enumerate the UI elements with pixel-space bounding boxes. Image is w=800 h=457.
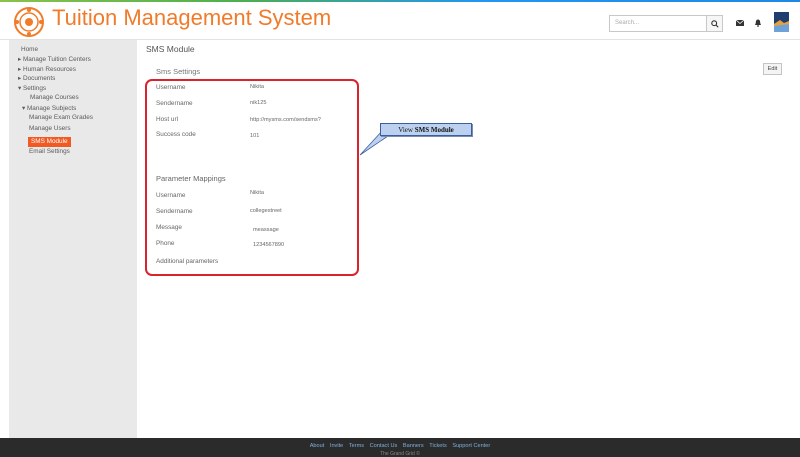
- search-button[interactable]: [706, 15, 723, 32]
- sidebar-item-human-resources[interactable]: ▸ Human Resources: [18, 65, 76, 73]
- footer-link-support-center[interactable]: Support Center: [452, 443, 490, 449]
- user-avatar[interactable]: [774, 12, 789, 32]
- footer-link-contact-us[interactable]: Contact Us: [370, 443, 398, 449]
- footer-link-tickets[interactable]: Tickets: [429, 443, 447, 449]
- sidebar-item-sms-module[interactable]: SMS Module: [28, 137, 71, 147]
- edit-button[interactable]: Edit: [763, 63, 782, 75]
- sidebar-item-documents[interactable]: ▸ Documents: [18, 74, 55, 82]
- header: Tuition Management System Search...: [0, 2, 800, 40]
- annotation-highlight-box: [145, 79, 359, 276]
- annotation-callout: View SMS Module: [380, 123, 472, 136]
- footer-link-terms[interactable]: Terms: [349, 443, 364, 449]
- sidebar-item-settings[interactable]: ▾ Settings: [18, 84, 46, 92]
- sidebar: Home ▸ Manage Tuition Centers ▸ Human Re…: [9, 40, 137, 438]
- logo-icon: [14, 7, 44, 37]
- sidebar-item-manage-users[interactable]: Manage Users: [29, 125, 71, 132]
- bell-icon[interactable]: [753, 18, 763, 28]
- mail-icon[interactable]: [735, 18, 745, 28]
- footer-link-banners[interactable]: Banners: [403, 443, 424, 449]
- search-input[interactable]: Search...: [609, 15, 710, 32]
- search-icon: [710, 19, 719, 28]
- sidebar-item-manage-tuition-centers[interactable]: ▸ Manage Tuition Centers: [18, 55, 91, 63]
- callout-prefix: View: [398, 126, 415, 134]
- sidebar-item-manage-exam-grades[interactable]: Manage Exam Grades: [29, 114, 93, 121]
- sidebar-item-manage-subjects[interactable]: ▾ Manage Subjects: [22, 104, 76, 112]
- footer-link-about[interactable]: About: [310, 443, 325, 449]
- app-title: Tuition Management System: [52, 5, 332, 30]
- sidebar-item-email-settings[interactable]: Email Settings: [29, 148, 70, 155]
- sidebar-item-manage-courses[interactable]: Manage Courses: [30, 94, 79, 101]
- section-title: Sms Settings: [156, 67, 201, 76]
- footer: About Invite Terms Contact Us Banners Ti…: [0, 438, 800, 457]
- footer-link-invite[interactable]: Invite: [330, 443, 343, 449]
- sidebar-item-home[interactable]: Home: [21, 46, 38, 53]
- footer-links: About Invite Terms Contact Us Banners Ti…: [0, 443, 800, 449]
- page-title: SMS Module: [146, 44, 195, 54]
- footer-copyright: The Grand Grid ©: [380, 451, 420, 457]
- callout-bold: SMS Module: [414, 126, 454, 134]
